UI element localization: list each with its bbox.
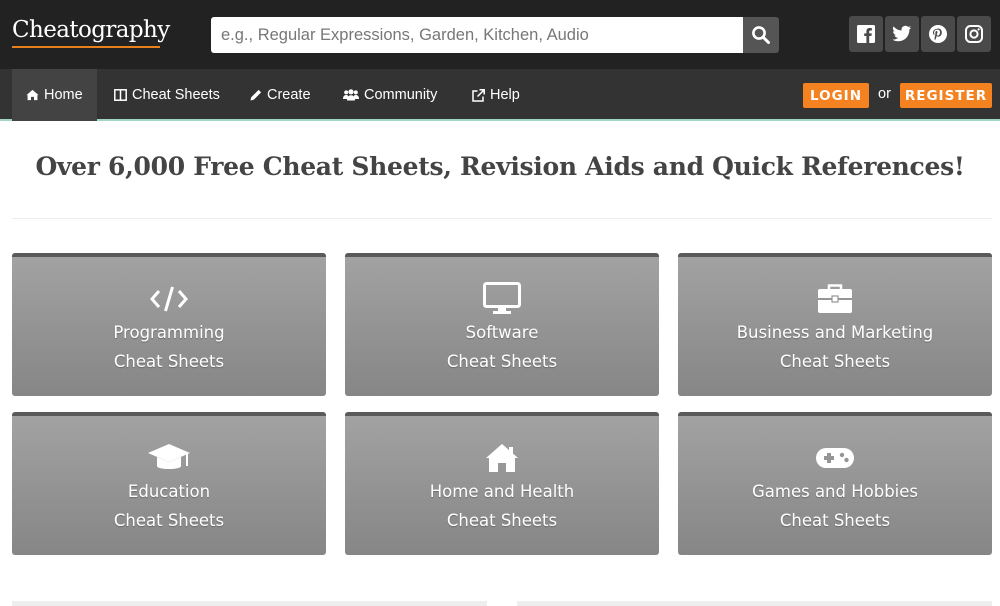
category-card-programming[interactable]: Programming Cheat Sheets bbox=[12, 253, 326, 396]
category-card-games-hobbies[interactable]: Games and Hobbies Cheat Sheets bbox=[678, 412, 992, 555]
pinterest-button[interactable] bbox=[921, 16, 955, 52]
pinterest-icon bbox=[929, 25, 947, 43]
instagram-button[interactable] bbox=[957, 16, 991, 52]
search-button[interactable] bbox=[743, 17, 779, 53]
category-card-education[interactable]: Education Cheat Sheets bbox=[12, 412, 326, 555]
graduation-cap-icon bbox=[148, 444, 190, 469]
columns-icon bbox=[114, 89, 127, 101]
twitter-icon bbox=[892, 25, 912, 42]
facebook-button[interactable] bbox=[849, 16, 883, 52]
category-subtitle: Cheat Sheets bbox=[446, 352, 558, 371]
instagram-icon bbox=[965, 25, 983, 43]
category-card-software[interactable]: Software Cheat Sheets bbox=[345, 253, 659, 396]
category-title: Games and Hobbies bbox=[751, 482, 919, 501]
nav-item-cheat-sheets[interactable]: Cheat Sheets bbox=[104, 69, 230, 121]
nav-item-help[interactable]: Help bbox=[462, 69, 530, 121]
facebook-icon bbox=[857, 25, 875, 43]
twitter-button[interactable] bbox=[885, 16, 919, 52]
category-subtitle: Cheat Sheets bbox=[113, 511, 225, 530]
category-card-business[interactable]: Business and Marketing Cheat Sheets bbox=[678, 253, 992, 396]
category-subtitle: Cheat Sheets bbox=[779, 352, 891, 371]
nav-item-home[interactable]: Home bbox=[12, 69, 97, 121]
nav-label-community: Community bbox=[364, 87, 438, 103]
search-bar bbox=[211, 17, 779, 53]
category-subtitle: Cheat Sheets bbox=[779, 511, 891, 530]
register-button[interactable]: REGISTER bbox=[900, 83, 992, 108]
search-input[interactable] bbox=[211, 17, 743, 53]
nav-item-community[interactable]: Community bbox=[333, 69, 447, 121]
bottom-panel-left bbox=[12, 601, 487, 606]
house-icon bbox=[486, 444, 518, 472]
code-icon bbox=[150, 286, 188, 312]
site-logo[interactable]: Cheatography bbox=[12, 17, 170, 43]
briefcase-icon bbox=[818, 284, 852, 313]
bottom-panel-right bbox=[517, 601, 992, 606]
category-title: Education bbox=[127, 482, 211, 501]
login-button[interactable]: LOGIN bbox=[803, 83, 869, 108]
category-title: Business and Marketing bbox=[736, 323, 934, 342]
gamepad-icon bbox=[816, 448, 854, 468]
category-title: Software bbox=[465, 323, 539, 342]
external-link-icon bbox=[472, 88, 485, 102]
or-separator: or bbox=[878, 86, 891, 102]
category-subtitle: Cheat Sheets bbox=[446, 511, 558, 530]
nav-label-create: Create bbox=[267, 87, 311, 103]
users-icon bbox=[343, 89, 359, 101]
divider bbox=[12, 218, 992, 219]
pencil-icon bbox=[250, 89, 262, 101]
nav-label-help: Help bbox=[490, 87, 520, 103]
page-title: Over 6,000 Free Cheat Sheets, Revision A… bbox=[35, 152, 965, 181]
nav-item-create[interactable]: Create bbox=[240, 69, 321, 121]
nav-label-home: Home bbox=[44, 87, 83, 103]
nav-label-cheat-sheets: Cheat Sheets bbox=[132, 87, 220, 103]
category-subtitle: Cheat Sheets bbox=[113, 352, 225, 371]
category-card-home-health[interactable]: Home and Health Cheat Sheets bbox=[345, 412, 659, 555]
home-icon bbox=[26, 89, 39, 101]
category-title: Home and Health bbox=[429, 482, 575, 501]
category-title: Programming bbox=[113, 323, 225, 342]
top-bar: Cheatography bbox=[0, 0, 1000, 69]
monitor-icon bbox=[483, 282, 521, 314]
search-icon bbox=[752, 26, 770, 44]
logo-underline bbox=[12, 46, 160, 48]
